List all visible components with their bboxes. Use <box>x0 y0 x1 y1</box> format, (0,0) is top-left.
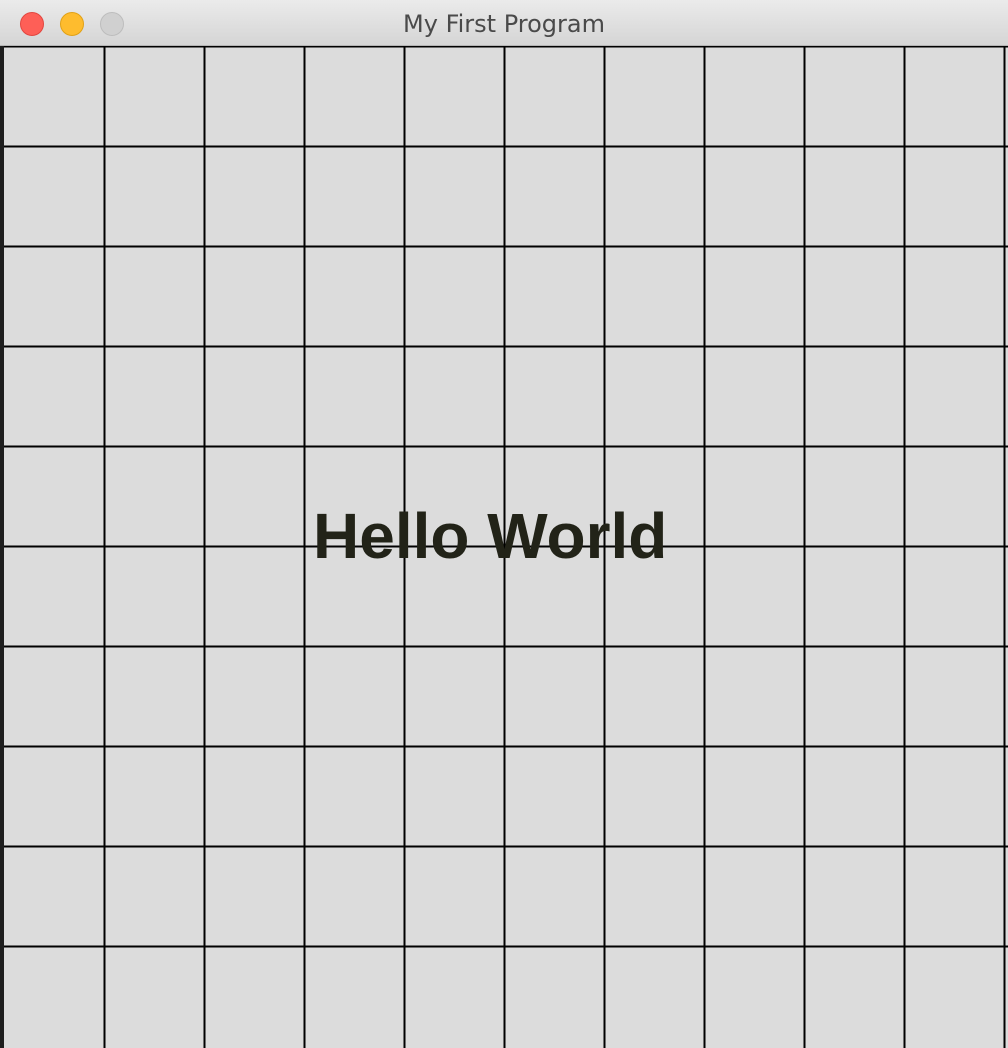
drawing-canvas[interactable]: Hello World <box>4 46 1008 1048</box>
title-bar[interactable]: My First Program <box>0 0 1008 46</box>
window-title: My First Program <box>403 10 605 38</box>
app-window: My First Program Hello World <box>0 0 1008 1048</box>
hello-world-text: Hello World <box>313 500 668 572</box>
